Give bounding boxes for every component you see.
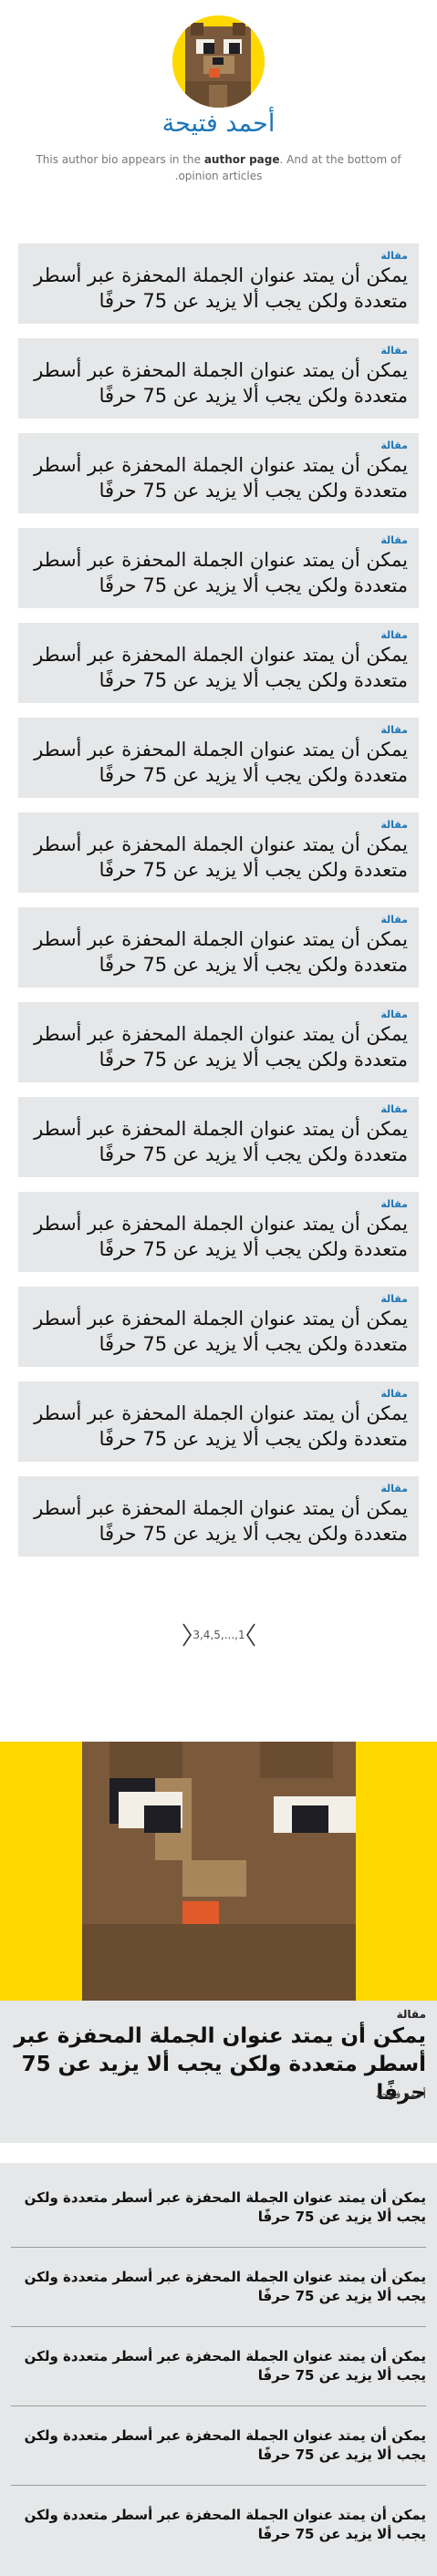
article-title[interactable]: يمكن أن يمتد عنوان الجملة المحفزة عبر أس… bbox=[29, 1495, 408, 1547]
article-tag: مقالة bbox=[380, 914, 408, 926]
bio-text-start: This author bio appears in the bbox=[36, 153, 204, 166]
article-tag: مقالة bbox=[380, 250, 408, 262]
article-title[interactable]: يمكن أن يمتد عنوان الجملة المحفزة عبر أس… bbox=[29, 1021, 408, 1072]
article-card[interactable]: مقالة يمكن أن يمتد عنوان الجملة المحفزة … bbox=[18, 1287, 419, 1367]
article-title[interactable]: يمكن أن يمتد عنوان الجملة المحفزة عبر أس… bbox=[29, 832, 408, 883]
article-tag: مقالة bbox=[380, 1198, 408, 1210]
article-tag: مقالة bbox=[380, 534, 408, 546]
article-title[interactable]: يمكن أن يمتد عنوان الجملة المحفزة عبر أس… bbox=[29, 357, 408, 409]
article-tag: مقالة bbox=[380, 1388, 408, 1400]
list-item[interactable]: يمكن أن يمتد عنوان الجملة المحفزة عبر أس… bbox=[11, 2268, 426, 2306]
article-card[interactable]: مقالة يمكن أن يمتد عنوان الجملة المحفزة … bbox=[18, 1097, 419, 1177]
pixel-dog-avatar-icon bbox=[172, 16, 265, 108]
pixel-dog-image-icon bbox=[0, 1742, 437, 2001]
article-tag: مقالة bbox=[380, 819, 408, 831]
bio-text-bold: author page bbox=[203, 153, 280, 166]
chevron-left-icon[interactable] bbox=[245, 1622, 257, 1648]
list-divider bbox=[11, 2405, 426, 2406]
featured-byline[interactable]: أحمد فتيحة bbox=[376, 2088, 426, 2101]
article-title[interactable]: يمكن أن يمتد عنوان الجملة المحفزة عبر أس… bbox=[29, 1306, 408, 1357]
article-card[interactable]: مقالة يمكن أن يمتد عنوان الجملة المحفزة … bbox=[18, 718, 419, 798]
list-item[interactable]: يمكن أن يمتد عنوان الجملة المحفزة عبر أس… bbox=[11, 2506, 426, 2544]
article-title[interactable]: يمكن أن يمتد عنوان الجملة المحفزة عبر أس… bbox=[29, 642, 408, 693]
featured-tag: مقالة bbox=[396, 2008, 426, 2021]
article-title[interactable]: يمكن أن يمتد عنوان الجملة المحفزة عبر أس… bbox=[29, 452, 408, 503]
article-title[interactable]: يمكن أن يمتد عنوان الجملة المحفزة عبر أس… bbox=[29, 1211, 408, 1262]
article-title[interactable]: يمكن أن يمتد عنوان الجملة المحفزة عبر أس… bbox=[29, 1401, 408, 1452]
featured-article[interactable]: مقالة يمكن أن يمتد عنوان الجملة المحفزة … bbox=[0, 1742, 437, 2143]
list-item[interactable]: يمكن أن يمتد عنوان الجملة المحفزة عبر أس… bbox=[11, 2188, 426, 2227]
list-divider bbox=[11, 2247, 426, 2248]
article-tag: مقالة bbox=[380, 345, 408, 357]
article-title[interactable]: يمكن أن يمتد عنوان الجملة المحفزة عبر أس… bbox=[29, 263, 408, 314]
article-card[interactable]: مقالة يمكن أن يمتد عنوان الجملة المحفزة … bbox=[18, 623, 419, 703]
list-item[interactable]: يمكن أن يمتد عنوان الجملة المحفزة عبر أس… bbox=[11, 2347, 426, 2385]
article-tag: مقالة bbox=[380, 724, 408, 736]
article-card[interactable]: مقالة يمكن أن يمتد عنوان الجملة المحفزة … bbox=[18, 1381, 419, 1462]
article-card[interactable]: مقالة يمكن أن يمتد عنوان الجملة المحفزة … bbox=[18, 1002, 419, 1082]
article-card[interactable]: مقالة يمكن أن يمتد عنوان الجملة المحفزة … bbox=[18, 812, 419, 893]
pagination: 1,...,3,4,5 bbox=[0, 1619, 437, 1651]
article-title[interactable]: يمكن أن يمتد عنوان الجملة المحفزة عبر أس… bbox=[29, 926, 408, 978]
article-card[interactable]: مقالة يمكن أن يمتد عنوان الجملة المحفزة … bbox=[18, 528, 419, 608]
article-title[interactable]: يمكن أن يمتد عنوان الجملة المحفزة عبر أس… bbox=[29, 547, 408, 598]
article-card[interactable]: مقالة يمكن أن يمتد عنوان الجملة المحفزة … bbox=[18, 1476, 419, 1557]
more-articles-list: يمكن أن يمتد عنوان الجملة المحفزة عبر أس… bbox=[0, 2163, 437, 2576]
article-card[interactable]: مقالة يمكن أن يمتد عنوان الجملة المحفزة … bbox=[18, 338, 419, 419]
featured-title[interactable]: يمكن أن يمتد عنوان الجملة المحفزة عبر أس… bbox=[11, 2023, 426, 2107]
article-tag: مقالة bbox=[380, 1483, 408, 1495]
article-card[interactable]: مقالة يمكن أن يمتد عنوان الجملة المحفزة … bbox=[18, 907, 419, 988]
article-tag: مقالة bbox=[380, 440, 408, 451]
article-title[interactable]: يمكن أن يمتد عنوان الجملة المحفزة عبر أس… bbox=[29, 737, 408, 788]
article-card[interactable]: مقالة يمكن أن يمتد عنوان الجملة المحفزة … bbox=[18, 243, 419, 324]
author-name[interactable]: أحمد فتيحة bbox=[0, 109, 437, 138]
list-divider bbox=[11, 2326, 426, 2327]
author-bio: This author bio appears in the author pa… bbox=[27, 151, 410, 184]
article-title[interactable]: يمكن أن يمتد عنوان الجملة المحفزة عبر أس… bbox=[29, 1116, 408, 1167]
article-tag: مقالة bbox=[380, 1009, 408, 1020]
article-card[interactable]: مقالة يمكن أن يمتد عنوان الجملة المحفزة … bbox=[18, 433, 419, 513]
pagination-pages[interactable]: 1,...,3,4,5 bbox=[186, 1629, 252, 1641]
author-avatar bbox=[172, 16, 265, 108]
article-tag: مقالة bbox=[380, 1103, 408, 1115]
article-tag: مقالة bbox=[380, 629, 408, 641]
list-divider bbox=[11, 2485, 426, 2486]
article-card[interactable]: مقالة يمكن أن يمتد عنوان الجملة المحفزة … bbox=[18, 1192, 419, 1272]
featured-image[interactable] bbox=[0, 1742, 437, 2001]
list-item[interactable]: يمكن أن يمتد عنوان الجملة المحفزة عبر أس… bbox=[11, 2426, 426, 2465]
article-tag: مقالة bbox=[380, 1293, 408, 1305]
